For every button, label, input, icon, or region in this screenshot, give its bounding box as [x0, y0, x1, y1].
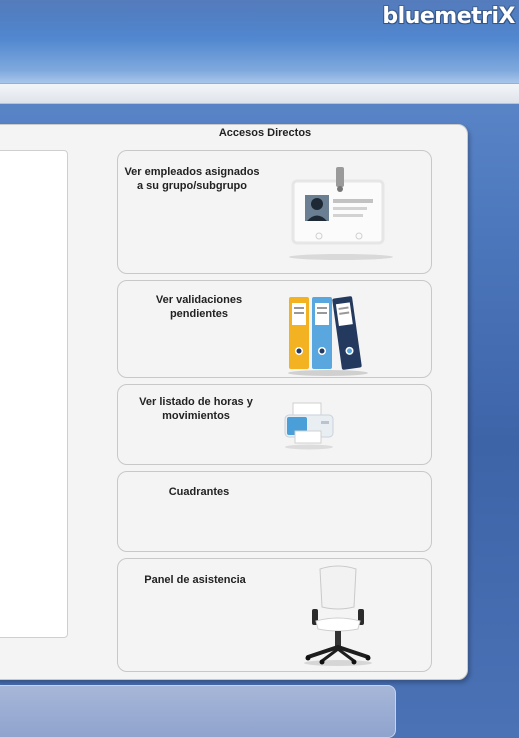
shortcut-label-employees: Ver empleados asignados a su grupo/subgr… [124, 166, 260, 192]
shortcut-card-employees[interactable]: Ver empleados asignados a su grupo/subgr… [117, 150, 432, 274]
left-content-box [0, 150, 68, 638]
binders-icon [288, 296, 368, 376]
brand-logo: bluemetriX [382, 4, 515, 29]
shortcuts-title: Accesos Directos [218, 127, 312, 139]
shortcut-label-schedules: Cuadrantes [168, 486, 230, 498]
shortcut-card-attendance[interactable]: Panel de asistencia [117, 558, 432, 672]
shortcut-label-validations: Ver validaciones pendientes [155, 294, 243, 320]
header-band: bluemetriX [0, 0, 519, 84]
shortcut-label-hours: Ver listado de horas y movimientos [139, 396, 253, 422]
toolbar-strip [0, 84, 519, 104]
shortcut-card-validations[interactable]: Ver validaciones pendientes [117, 280, 432, 378]
footer-bar [0, 685, 396, 738]
shortcut-card-hours[interactable]: Ver listado de horas y movimientos [117, 384, 432, 465]
shortcut-card-schedules[interactable]: Cuadrantes [117, 471, 432, 552]
printer-icon [284, 402, 334, 450]
office-chair-icon [304, 565, 372, 666]
shortcut-label-attendance: Panel de asistencia [144, 574, 246, 586]
id-badge-icon [289, 167, 393, 260]
